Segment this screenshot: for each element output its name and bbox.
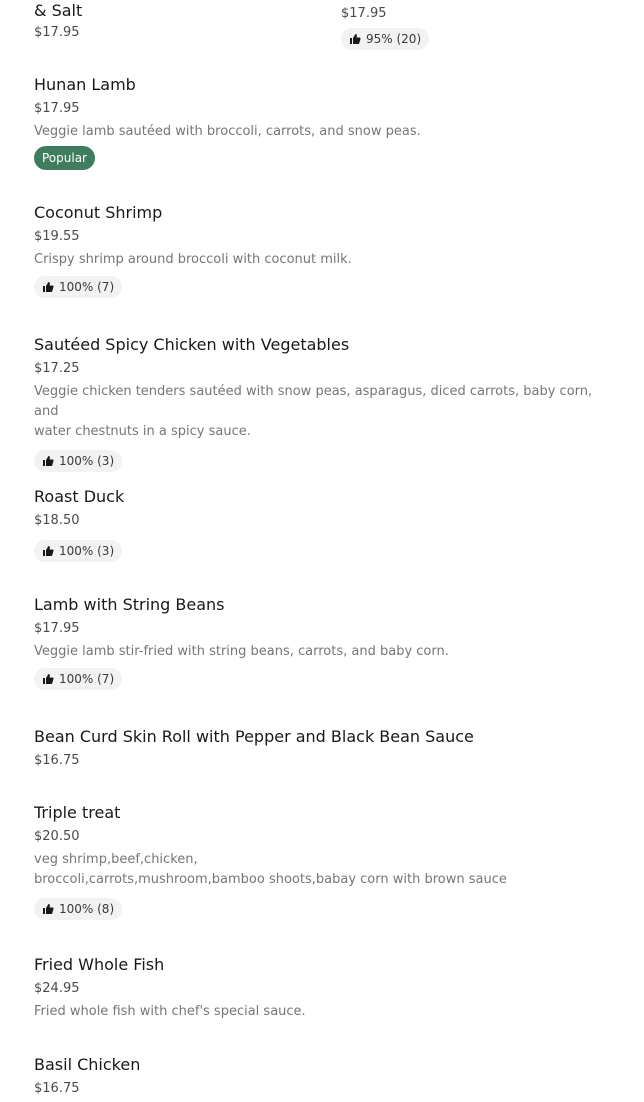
rating-text: 100% (7) xyxy=(59,280,115,294)
rating-pill: 100% (7) xyxy=(34,668,123,690)
item-description: Fried whole fish with chef's special sau… xyxy=(34,1004,306,1019)
item-price: $19.55 xyxy=(34,229,80,244)
rating-pill: 100% (8) xyxy=(34,898,123,920)
item-price: $17.95 xyxy=(34,25,80,40)
menu-item[interactable]: Triple treat $20.50 veg shrimp,beef,chic… xyxy=(34,802,614,920)
menu-item-partial-right[interactable]: $17.95 95% (20) xyxy=(341,5,621,50)
item-price: $16.75 xyxy=(34,753,80,768)
item-name: Lamb with String Beans xyxy=(34,595,225,614)
menu-item[interactable]: Bean Curd Skin Roll with Pepper and Blac… xyxy=(34,726,614,770)
rating-pill: 100% (7) xyxy=(34,276,123,298)
item-description: veg shrimp,beef,chicken, broccoli,carrot… xyxy=(34,850,614,890)
rating-text: 100% (3) xyxy=(59,544,115,558)
item-price: $17.95 xyxy=(34,101,80,116)
item-price: $16.75 xyxy=(34,1081,80,1096)
thumbs-up-icon xyxy=(350,34,361,44)
item-name: & Salt xyxy=(34,1,83,20)
thumbs-up-icon xyxy=(43,546,54,556)
item-name: Coconut Shrimp xyxy=(34,203,163,222)
rating-pill: 100% (3) xyxy=(34,450,123,472)
item-description-line: Veggie chicken tenders sautéed with snow… xyxy=(34,384,593,419)
item-price: $17.95 xyxy=(341,6,387,21)
item-description-line: veg shrimp,beef,chicken, xyxy=(34,852,198,867)
item-name: Sautéed Spicy Chicken with Vegetables xyxy=(34,335,350,354)
rating-text: 100% (3) xyxy=(59,454,115,468)
item-price: $17.25 xyxy=(34,361,80,376)
rating-text: 95% (20) xyxy=(366,32,422,46)
item-price: $24.95 xyxy=(34,981,80,996)
item-name: Hunan Lamb xyxy=(34,75,136,94)
item-description: Crispy shrimp around broccoli with cocon… xyxy=(34,252,352,267)
item-description-line: broccoli,carrots,mushroom,bamboo shoots,… xyxy=(34,872,507,887)
rating-text: 100% (8) xyxy=(59,902,115,916)
item-description-line: water chestnuts in a spicy sauce. xyxy=(34,424,251,439)
menu-item[interactable]: Fried Whole Fish $24.95 Fried whole fish… xyxy=(34,954,614,1022)
rating-text: 100% (7) xyxy=(59,672,115,686)
item-name: Roast Duck xyxy=(34,487,125,506)
rating-pill: 95% (20) xyxy=(341,28,430,50)
menu-item[interactable]: Coconut Shrimp $19.55 Crispy shrimp arou… xyxy=(34,202,614,298)
item-name: Fried Whole Fish xyxy=(34,955,165,974)
menu-item[interactable]: Basil Chicken $16.75 xyxy=(34,1054,614,1098)
item-description: Veggie chicken tenders sautéed with snow… xyxy=(34,382,614,442)
item-price: $17.95 xyxy=(34,621,80,636)
menu-item[interactable]: Sautéed Spicy Chicken with Vegetables $1… xyxy=(34,334,614,472)
menu-item[interactable]: Lamb with String Beans $17.95 Veggie lam… xyxy=(34,594,614,690)
item-price: $18.50 xyxy=(34,513,80,528)
item-name: Bean Curd Skin Roll with Pepper and Blac… xyxy=(34,727,474,746)
item-name: Basil Chicken xyxy=(34,1055,141,1074)
thumbs-up-icon xyxy=(43,456,54,466)
item-price: $20.50 xyxy=(34,829,80,844)
menu-item[interactable]: Hunan Lamb $17.95 Veggie lamb sautéed wi… xyxy=(34,74,614,170)
item-name: Triple treat xyxy=(34,803,121,822)
thumbs-up-icon xyxy=(43,904,54,914)
menu-item-partial-left[interactable]: & Salt $17.95 xyxy=(34,0,324,42)
item-description: Veggie lamb stir-fried with string beans… xyxy=(34,644,449,659)
item-description: Veggie lamb sautéed with broccoli, carro… xyxy=(34,124,421,139)
thumbs-up-icon xyxy=(43,674,54,684)
rating-pill: 100% (3) xyxy=(34,540,123,562)
thumbs-up-icon xyxy=(43,282,54,292)
popular-badge: Popular xyxy=(34,146,95,170)
menu-item[interactable]: Roast Duck $18.50 100% (3) xyxy=(34,486,614,562)
